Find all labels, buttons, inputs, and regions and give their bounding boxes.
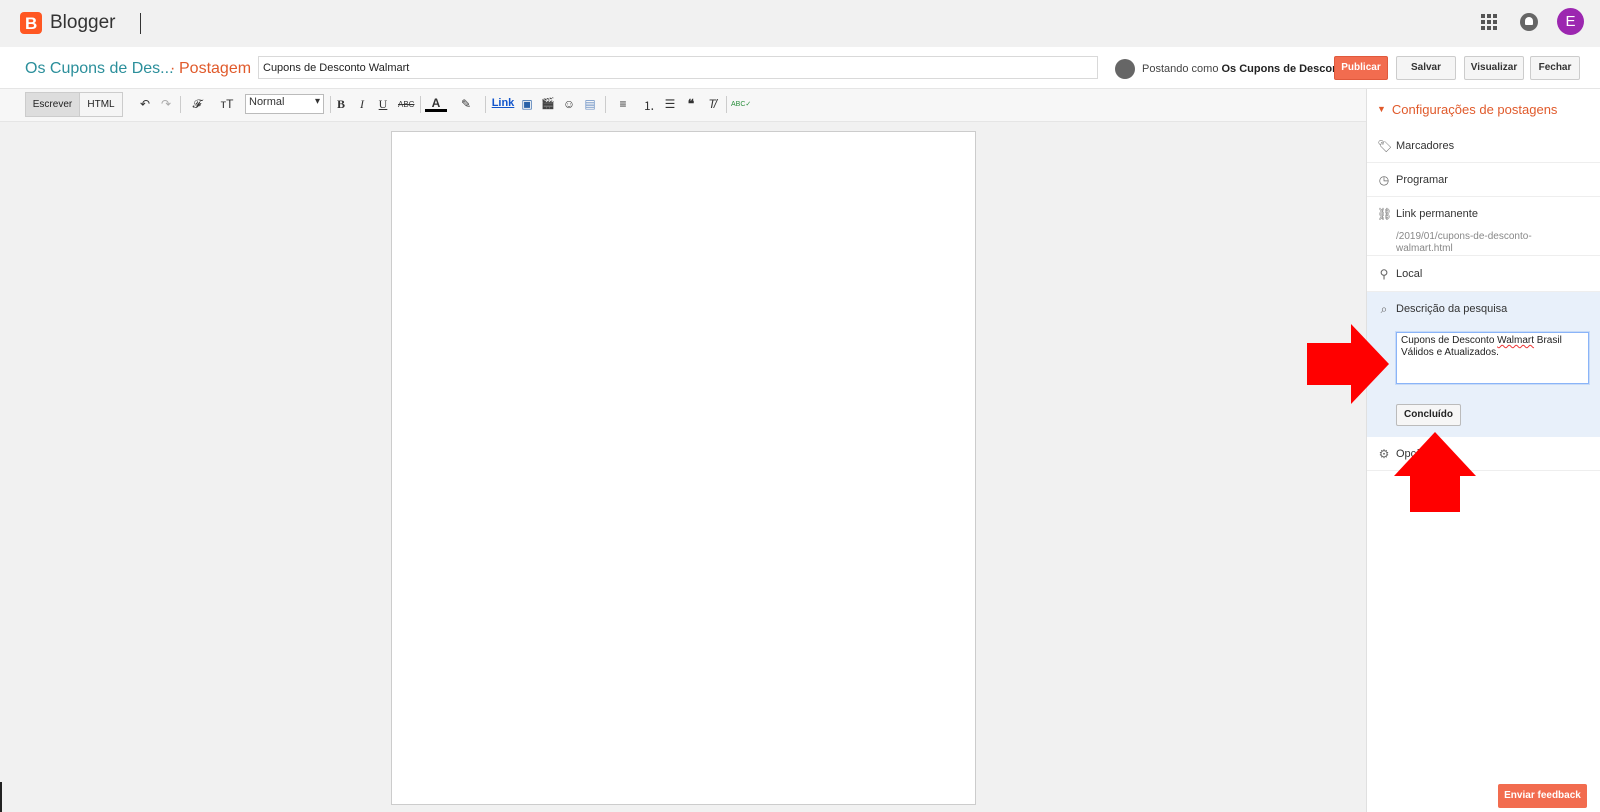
posting-as-name: Os Cupons de Desconto bbox=[1221, 63, 1350, 75]
font-size-icon[interactable]: тT bbox=[215, 97, 239, 111]
redo-icon[interactable]: ↷ bbox=[159, 97, 173, 111]
desc-text-part: Cupons de Desconto bbox=[1401, 335, 1498, 346]
post-body-editor[interactable] bbox=[391, 131, 976, 805]
editor-toolbar: Escrever HTML ↶ ↷ 𝓕 тT Normal B I U ABC … bbox=[0, 89, 1366, 122]
toolbar-divider bbox=[485, 96, 486, 113]
apps-grid-icon[interactable] bbox=[1481, 14, 1497, 30]
search-description-label: Descrição da pesquisa bbox=[1396, 303, 1508, 315]
search-icon: ⌕ bbox=[1380, 302, 1388, 316]
sidebar-item-search-description[interactable]: ⌕ Descrição da pesquisa bbox=[1367, 292, 1600, 326]
post-header: Os Cupons de Des... · Postagem Postando … bbox=[0, 47, 1600, 89]
permalink-label: Link permanente bbox=[1396, 208, 1478, 220]
blogger-logo-icon[interactable]: B bbox=[20, 12, 42, 34]
brand-name[interactable]: Blogger bbox=[50, 12, 116, 34]
sidebar-item-schedule[interactable]: ◷ Programar bbox=[1367, 163, 1600, 197]
posting-as: Postando como Os Cupons de Desconto bbox=[1142, 63, 1349, 75]
toolbar-divider bbox=[726, 96, 727, 113]
notifications-icon[interactable] bbox=[1520, 13, 1538, 31]
highlight-color-icon[interactable]: ✎ bbox=[455, 97, 477, 111]
annotation-arrow-up-icon bbox=[1394, 432, 1476, 476]
text-color-icon[interactable]: A bbox=[425, 97, 447, 112]
clock-icon: ◷ bbox=[1378, 173, 1390, 187]
link-button[interactable]: Link bbox=[491, 97, 515, 109]
save-button[interactable]: Salvar bbox=[1396, 56, 1456, 80]
strikethrough-icon[interactable]: ABC bbox=[398, 100, 414, 109]
post-title-input[interactable] bbox=[258, 56, 1098, 79]
tag-icon: 🏷 bbox=[1377, 139, 1393, 153]
insert-video-icon[interactable]: 🎬 bbox=[540, 97, 556, 110]
toolbar-divider bbox=[180, 96, 181, 113]
window-edge bbox=[0, 782, 2, 812]
sidebar-item-labels[interactable]: 🏷 Marcadores bbox=[1367, 129, 1600, 163]
annotation-arrow-right-icon bbox=[1351, 324, 1389, 404]
sidebar-item-location[interactable]: ⚲ Local bbox=[1367, 256, 1600, 292]
gear-icon: ⚙ bbox=[1378, 447, 1390, 461]
send-feedback-button[interactable]: Enviar feedback bbox=[1498, 784, 1587, 808]
align-icon[interactable]: ≡ bbox=[612, 97, 634, 111]
divider bbox=[140, 13, 141, 34]
done-button[interactable]: Concluído bbox=[1396, 404, 1461, 426]
insert-jump-break-icon[interactable]: ▤ bbox=[582, 97, 598, 111]
blog-name-link[interactable]: Os Cupons de Des... bbox=[25, 60, 174, 78]
annotation-arrow-up-shaft bbox=[1410, 476, 1460, 512]
italic-icon[interactable]: I bbox=[356, 97, 368, 112]
spellcheck-icon[interactable]: ABC✓ bbox=[731, 100, 751, 108]
bold-icon[interactable]: B bbox=[335, 97, 347, 112]
account-avatar[interactable]: E bbox=[1557, 8, 1584, 35]
quote-icon[interactable]: ❝ bbox=[683, 97, 699, 111]
underline-icon[interactable]: U bbox=[377, 97, 389, 112]
format-select[interactable]: Normal bbox=[245, 94, 324, 114]
permalink-value: /2019/01/cupons-de-desconto-walmart.html bbox=[1396, 231, 1532, 254]
section-label: Postagem bbox=[179, 60, 252, 77]
publish-button[interactable]: Publicar bbox=[1334, 56, 1388, 80]
location-pin-icon: ⚲ bbox=[1379, 267, 1389, 281]
numbered-list-icon[interactable]: ⒈ bbox=[641, 97, 657, 114]
breadcrumb-separator: · bbox=[170, 60, 176, 77]
labels-label: Marcadores bbox=[1396, 140, 1455, 152]
html-mode-button[interactable]: HTML bbox=[79, 92, 123, 117]
link-icon: ⛓ bbox=[1377, 207, 1393, 221]
app-bar: B Blogger E bbox=[0, 0, 1600, 47]
collapse-triangle-icon: ▼ bbox=[1377, 104, 1386, 114]
preview-button[interactable]: Visualizar bbox=[1464, 56, 1524, 80]
emoji-icon[interactable]: ☺ bbox=[561, 97, 577, 111]
schedule-label: Programar bbox=[1396, 174, 1448, 186]
bulleted-list-icon[interactable]: ☰ bbox=[662, 97, 678, 111]
toolbar-divider bbox=[605, 96, 606, 113]
clear-format-icon[interactable]: T̸ bbox=[704, 97, 720, 111]
close-button[interactable]: Fechar bbox=[1530, 56, 1580, 80]
font-family-icon[interactable]: 𝓕 bbox=[186, 97, 208, 112]
toolbar-divider bbox=[330, 96, 331, 113]
post-settings-title-label: Configurações de postagens bbox=[1391, 102, 1558, 117]
compose-mode-button[interactable]: Escrever bbox=[25, 92, 80, 117]
search-description-textarea[interactable]: Cupons de Desconto Walmart Brasil Válido… bbox=[1396, 332, 1589, 384]
posting-as-prefix: Postando como bbox=[1142, 63, 1219, 75]
post-settings-title[interactable]: ▼ Configurações de postagens bbox=[1377, 102, 1557, 117]
insert-image-icon[interactable]: ▣ bbox=[519, 97, 535, 111]
undo-icon[interactable]: ↶ bbox=[138, 97, 152, 111]
desc-text-misspelled: Walmart bbox=[1497, 335, 1535, 346]
user-avatar-icon bbox=[1115, 59, 1135, 79]
location-label: Local bbox=[1396, 268, 1423, 280]
toolbar-divider bbox=[420, 96, 421, 113]
